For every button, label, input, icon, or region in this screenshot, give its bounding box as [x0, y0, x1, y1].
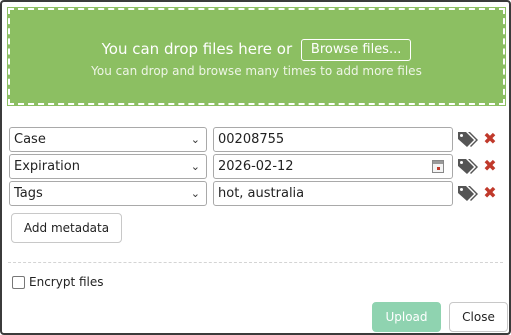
dropzone-primary-text: You can drop files here or Browse files.…: [10, 38, 503, 61]
delete-row-icon[interactable]: ✖: [483, 183, 497, 203]
metadata-value-text: hot, australia: [218, 186, 305, 201]
divider: [8, 262, 503, 263]
tag-icon[interactable]: [457, 157, 479, 176]
delete-row-icon[interactable]: ✖: [483, 129, 497, 149]
metadata-field-select[interactable]: Expiration ⌄: [9, 154, 207, 179]
add-metadata-button[interactable]: Add metadata: [11, 213, 122, 243]
calendar-icon[interactable]: [432, 160, 444, 173]
dropzone-text: You can drop files here or: [101, 40, 293, 58]
metadata-field-value: Expiration: [14, 159, 80, 174]
encrypt-checkbox[interactable]: [12, 276, 25, 289]
metadata-value-text: 2026-02-12: [218, 159, 294, 174]
encrypt-label: Encrypt files: [29, 275, 104, 289]
browse-files-button[interactable]: Browse files...: [300, 38, 412, 61]
tag-icon[interactable]: [457, 130, 479, 149]
metadata-date-input[interactable]: 2026-02-12: [213, 154, 453, 179]
upload-button[interactable]: Upload: [372, 302, 441, 332]
delete-row-icon[interactable]: ✖: [483, 156, 497, 176]
dropzone-hint: You can drop and browse many times to ad…: [91, 64, 422, 78]
metadata-field-select[interactable]: Case ⌄: [9, 127, 207, 152]
tag-icon[interactable]: [457, 184, 479, 203]
metadata-value-input[interactable]: 00208755: [213, 127, 453, 152]
upload-dialog: You can drop files here or Browse files.…: [0, 0, 511, 335]
metadata-field-value: Tags: [14, 186, 43, 201]
metadata-value-text: 00208755: [218, 132, 285, 147]
file-dropzone[interactable]: You can drop files here or Browse files.…: [7, 7, 506, 106]
metadata-value-input[interactable]: hot, australia: [213, 181, 453, 206]
close-button[interactable]: Close: [449, 302, 508, 332]
metadata-field-select[interactable]: Tags ⌄: [9, 181, 207, 206]
metadata-field-value: Case: [14, 132, 46, 147]
chevron-down-icon: ⌄: [190, 187, 200, 200]
chevron-down-icon: ⌄: [190, 133, 200, 146]
chevron-down-icon: ⌄: [190, 160, 200, 173]
